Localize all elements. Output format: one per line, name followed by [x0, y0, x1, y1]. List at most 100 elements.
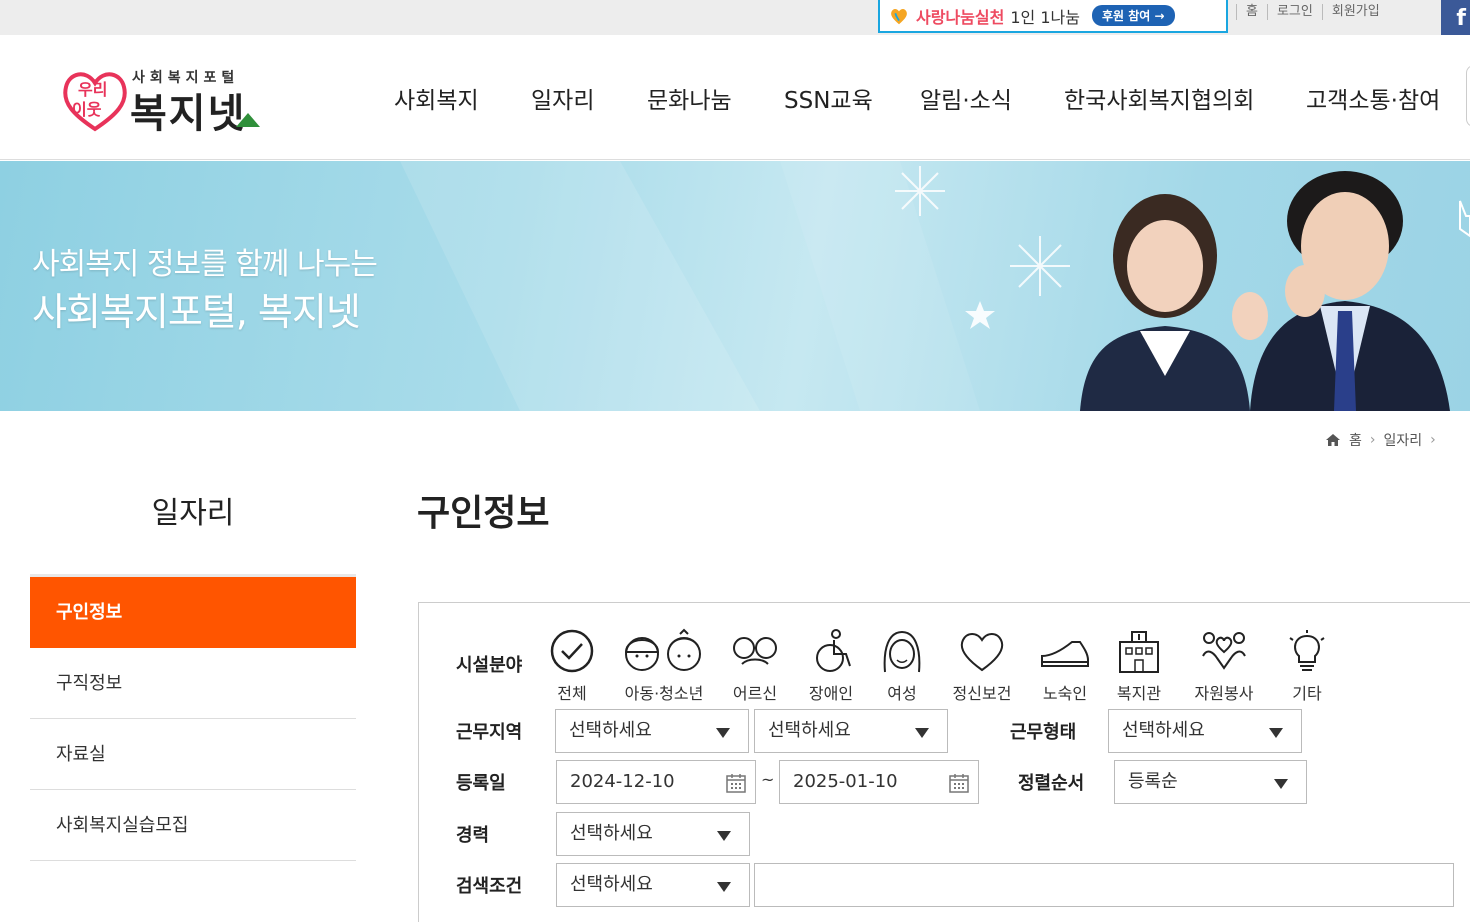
gnb-ssn-education[interactable]: SSN교육	[784, 81, 873, 115]
category-label: 정신보건	[952, 684, 1012, 703]
keyword-input[interactable]	[754, 863, 1454, 907]
breadcrumb-current[interactable]: 일자리	[1384, 430, 1423, 450]
sidebar-title: 일자리	[151, 496, 235, 531]
children-icon	[624, 628, 701, 671]
calendar-icon[interactable]	[725, 772, 747, 794]
home-icon[interactable]	[1325, 433, 1341, 447]
calendar-icon[interactable]	[948, 772, 970, 794]
header-search-edge[interactable]	[1466, 65, 1470, 127]
category-label: 기타	[1292, 684, 1322, 703]
utility-links: 홈 로그인 회원가입	[1236, 4, 1389, 20]
category-women[interactable]: 여성	[878, 628, 926, 704]
chevron-down-icon	[915, 728, 929, 738]
chevron-down-icon	[717, 831, 731, 841]
condition-label: 검색조건	[456, 876, 523, 897]
date-to-input[interactable]: 2025-01-10	[779, 760, 979, 804]
category-label: 여성	[887, 684, 917, 703]
category-other[interactable]: 기타	[1282, 628, 1332, 704]
category-label: 자원봉사	[1194, 684, 1254, 703]
donate-button[interactable]: 후원 참여 →	[1091, 5, 1175, 26]
main-navigation: 사회복지 일자리 문화나눔 SSN교육 알림·소식 한국사회복지협의회 고객소통…	[0, 81, 1470, 115]
category-elderly[interactable]: 어르신	[728, 628, 782, 704]
gnb-kncsw[interactable]: 한국사회복지협의회	[1064, 81, 1254, 115]
work-type-select[interactable]: 선택하세요	[1108, 709, 1302, 753]
heart-icon	[960, 633, 1004, 672]
woman-icon	[883, 630, 921, 673]
category-label: 전체	[557, 684, 587, 703]
login-link[interactable]: 로그인	[1266, 4, 1322, 20]
career-label: 경력	[456, 825, 490, 846]
promo-subtitle: 1인 1나눔	[1010, 7, 1080, 27]
chevron-right-icon: ›	[1369, 432, 1376, 448]
signup-link[interactable]: 회원가입	[1321, 4, 1389, 20]
category-label: 노숙인	[1042, 684, 1088, 703]
home-link[interactable]: 홈	[1236, 4, 1267, 20]
category-label: 장애인	[808, 684, 854, 703]
condition-select[interactable]: 선택하세요	[556, 863, 750, 907]
breadcrumb: 홈 › 일자리 ›	[1325, 430, 1436, 450]
sort-select[interactable]: 등록순	[1114, 760, 1307, 804]
reg-date-label: 등록일	[456, 773, 506, 794]
date-range-separator: ~	[761, 770, 775, 789]
promo-title: 사랑나눔실천	[916, 7, 1005, 27]
sort-label: 정렬순서	[1018, 773, 1085, 794]
facility-field-label: 시설분야	[456, 655, 523, 676]
gnb-news[interactable]: 알림·소식	[920, 81, 1012, 115]
category-volunteer[interactable]: 자원봉사	[1188, 628, 1260, 704]
select-value: 선택하세요	[768, 720, 851, 741]
category-mental-health[interactable]: 정신보건	[946, 628, 1018, 704]
select-value: 선택하세요	[1122, 720, 1205, 741]
gnb-jobs[interactable]: 일자리	[531, 81, 594, 115]
career-select[interactable]: 선택하세요	[556, 812, 750, 856]
banner-headline-line2: 사회복지포털, 복지넷	[32, 290, 361, 334]
date-from-input[interactable]: 2024-12-10	[556, 760, 756, 804]
category-youth[interactable]: 아동·청소년	[616, 628, 712, 704]
category-label: 아동·청소년	[624, 684, 704, 703]
page-title: 구인정보	[417, 493, 550, 534]
date-value: 2025-01-10	[793, 771, 898, 792]
donation-promo-banner[interactable]: 사랑나눔실천 1인 1나눔 후원 참여 →	[878, 0, 1228, 33]
site-header: 우리 이웃 사회복지포털 복지넷 사회복지 일자리 문화나눔 SSN교육 알림·…	[0, 35, 1470, 160]
region-label: 근무지역	[456, 722, 523, 743]
wheelchair-icon	[816, 629, 851, 672]
facebook-icon[interactable]: f	[1441, 0, 1470, 35]
shoe-icon	[1041, 641, 1089, 667]
category-welfare-center[interactable]: 복지관	[1112, 628, 1166, 704]
lightbulb-icon	[1289, 630, 1325, 671]
sidebar-menu: 구인정보 구직정보 자료실 사회복지실습모집	[30, 574, 356, 861]
gnb-culture[interactable]: 문화나눔	[647, 81, 732, 115]
region-select-2[interactable]: 선택하세요	[754, 709, 948, 753]
hero-banner: 사회복지 정보를 함께 나누는 사회복지포털, 복지넷	[0, 161, 1470, 411]
elder-glasses-icon	[733, 637, 777, 665]
check-circle-icon	[550, 629, 594, 673]
select-value: 등록순	[1128, 771, 1178, 792]
select-value: 선택하세요	[569, 720, 652, 741]
chevron-right-icon: ›	[1430, 432, 1436, 448]
building-icon	[1119, 631, 1159, 673]
banner-headline-line1: 사회복지 정보를 함께 나누는	[32, 247, 378, 282]
logo-leaf-icon	[236, 113, 260, 127]
work-type-label: 근무형태	[1010, 722, 1077, 743]
sidebar-item-practicum[interactable]: 사회복지실습모집	[30, 790, 356, 861]
chevron-down-icon	[1274, 779, 1288, 789]
heart-icon	[891, 8, 907, 24]
breadcrumb-home[interactable]: 홈	[1349, 430, 1362, 450]
select-value: 선택하세요	[570, 823, 653, 844]
gnb-customer[interactable]: 고객소통·참여	[1306, 81, 1440, 115]
region-select-1[interactable]: 선택하세요	[555, 709, 749, 753]
gnb-welfare[interactable]: 사회복지	[394, 81, 479, 115]
select-value: 선택하세요	[570, 874, 653, 895]
category-all[interactable]: 전체	[548, 628, 596, 704]
category-label: 어르신	[732, 684, 778, 703]
category-homeless[interactable]: 노숙인	[1038, 628, 1092, 704]
sidebar-item-resources[interactable]: 자료실	[30, 719, 356, 790]
top-utility-bar: 사랑나눔실천 1인 1나눔 후원 참여 → 홈 로그인 회원가입 f	[0, 0, 1470, 35]
hands-heart-icon	[1202, 632, 1246, 670]
chevron-down-icon	[716, 728, 730, 738]
category-label: 복지관	[1116, 684, 1162, 703]
sidebar-item-job-offers[interactable]: 구인정보	[30, 577, 356, 648]
category-disabled[interactable]: 장애인	[804, 628, 858, 704]
chevron-down-icon	[1269, 728, 1283, 738]
sidebar-item-job-seekers[interactable]: 구직정보	[30, 648, 356, 719]
chevron-down-icon	[717, 882, 731, 892]
